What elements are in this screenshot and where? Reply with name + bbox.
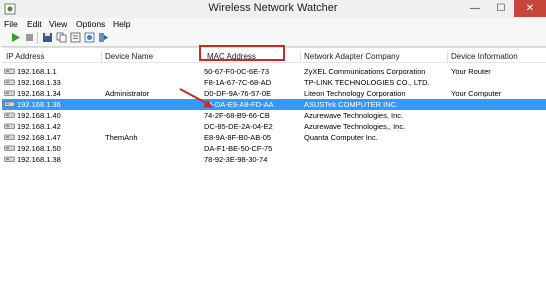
annotation-arrow <box>179 88 213 108</box>
